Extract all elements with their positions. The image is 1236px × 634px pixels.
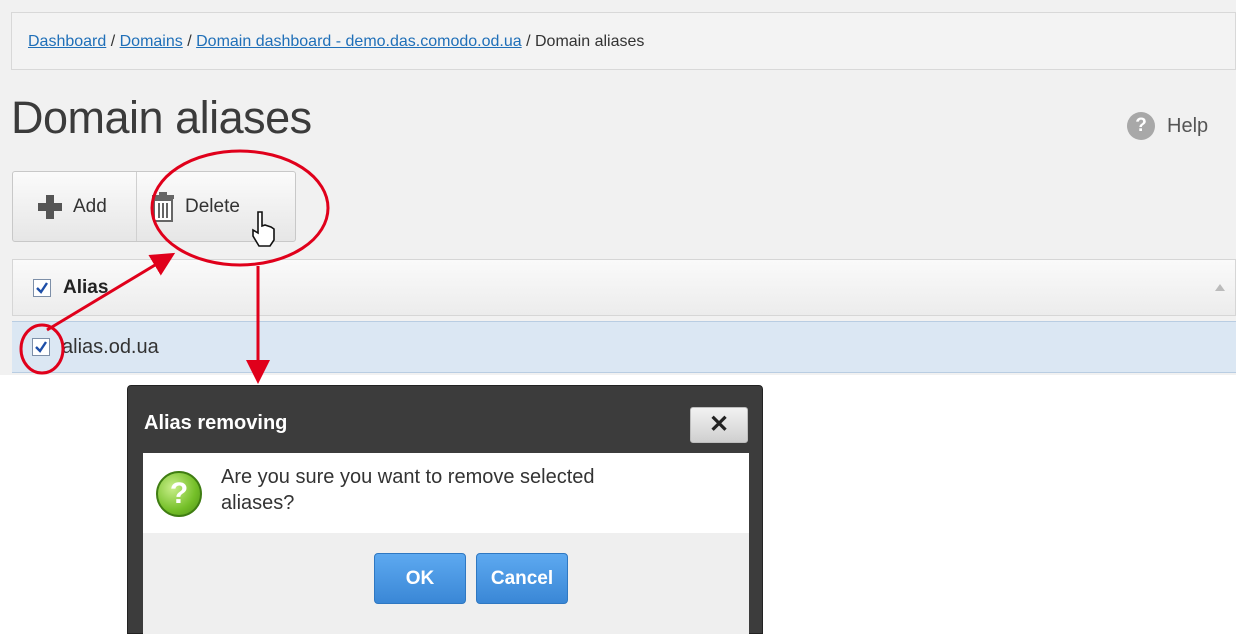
breadcrumb-separator: / [182, 33, 197, 50]
breadcrumb-separator: / [106, 33, 120, 50]
dialog-title: Alias removing [144, 412, 288, 434]
alias-column-header[interactable]: Alias [63, 277, 108, 299]
plus-icon [38, 194, 62, 219]
delete-button-label: Delete [185, 195, 240, 217]
delete-button[interactable]: Delete [137, 172, 295, 241]
close-button[interactable]: ✕ [690, 407, 748, 443]
cancel-button[interactable]: Cancel [476, 553, 568, 604]
help-icon: ? [1127, 112, 1155, 140]
breadcrumb-domains-link[interactable]: Domains [120, 33, 183, 50]
help-label: Help [1167, 114, 1209, 137]
page-title: Domain aliases [11, 92, 312, 143]
dialog-message: Are you sure you want to remove selected… [221, 466, 595, 514]
breadcrumb-domain-dashboard-link[interactable]: Domain dashboard - demo.das.comodo.od.ua [196, 33, 522, 50]
trash-icon [152, 191, 174, 222]
alias-cell: alias.od.ua [62, 335, 159, 358]
breadcrumb: Dashboard / Domains / Domain dashboard -… [11, 12, 1236, 70]
breadcrumb-dashboard-link[interactable]: Dashboard [28, 33, 106, 50]
add-button[interactable]: Add [13, 172, 137, 241]
help-link[interactable]: ? Help [1127, 112, 1208, 140]
select-all-checkbox[interactable] [33, 278, 51, 297]
alias-removing-dialog: Alias removing ✕ ? Are you sure you want… [127, 385, 763, 634]
grid-header: Alias [12, 259, 1236, 316]
table-row[interactable]: alias.od.ua [12, 321, 1236, 373]
dialog-footer: OK Cancel [143, 533, 749, 634]
question-icon: ? [156, 471, 202, 517]
dialog-body: ? Are you sure you want to remove select… [143, 453, 749, 533]
add-button-label: Add [73, 195, 107, 217]
breadcrumb-separator: / [521, 33, 535, 50]
checkmark-icon [36, 281, 48, 294]
checkmark-icon [35, 341, 47, 353]
row-checkbox[interactable] [32, 338, 50, 356]
ok-button[interactable]: OK [374, 553, 466, 604]
toolbar: Add Delete [12, 171, 296, 242]
breadcrumb-current: Domain aliases [534, 33, 645, 50]
sort-arrow-icon[interactable] [1215, 284, 1225, 291]
